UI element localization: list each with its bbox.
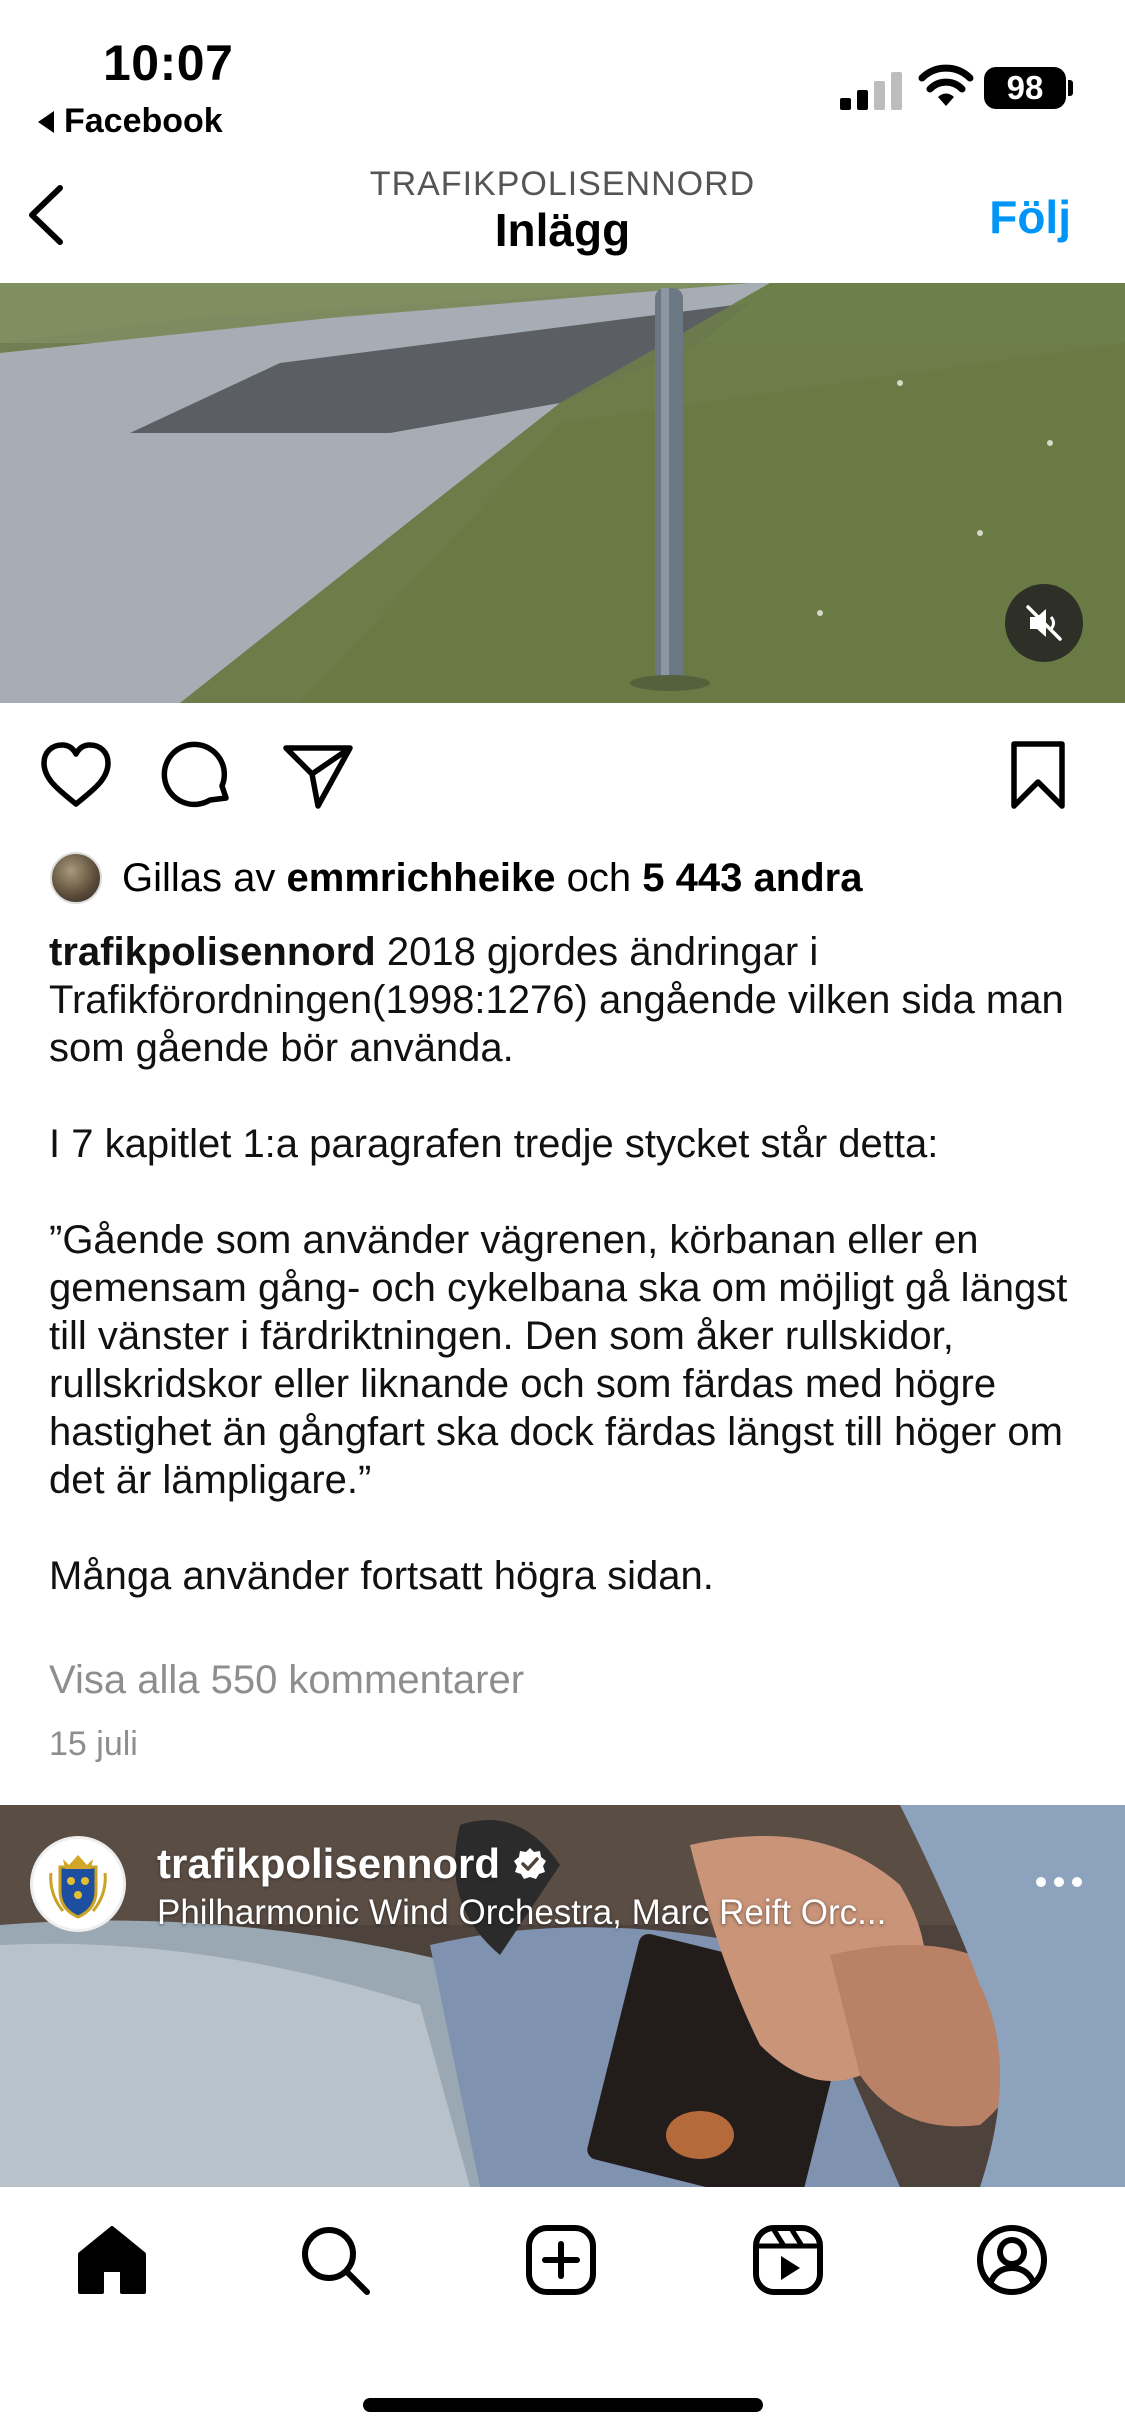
post-video[interactable]	[0, 283, 1125, 703]
verified-badge-icon	[514, 1848, 547, 1879]
comment-icon[interactable]	[160, 738, 236, 814]
home-icon[interactable]	[74, 2222, 150, 2298]
likes-count[interactable]: 5 443 andra	[642, 856, 862, 901]
status-bar: 10:07 Facebook 98	[0, 0, 1125, 150]
likes-connector: och	[566, 855, 632, 900]
back-to-app-link[interactable]: Facebook	[38, 102, 223, 141]
police-emblem-logo	[34, 1840, 122, 1928]
view-comments-link[interactable]: Visa alla 550 kommentarer	[49, 1658, 524, 1703]
next-post-username[interactable]: trafikpolisennord	[157, 1840, 500, 1888]
video-frame	[0, 283, 1125, 703]
header-username: TRAFIKPOLISENNORD	[369, 165, 756, 203]
share-icon[interactable]	[280, 738, 356, 814]
liker-avatar	[50, 852, 102, 904]
next-post-user[interactable]: trafikpolisennord	[157, 1840, 548, 1888]
post-date: 15 juli	[49, 1725, 138, 1763]
wifi-icon	[918, 64, 974, 106]
follow-button[interactable]: Följ	[989, 190, 1071, 244]
likes-summary[interactable]: Gillas av emmrichheike och 5 443 andra	[50, 852, 862, 904]
profile-icon[interactable]	[974, 2222, 1050, 2298]
create-post-icon[interactable]	[523, 2222, 599, 2298]
likes-prefix: Gillas av	[122, 855, 276, 900]
back-triangle-icon	[38, 110, 54, 133]
post-actions	[0, 738, 1125, 818]
page-title: Inlägg	[494, 204, 631, 256]
bookmark-icon[interactable]	[1000, 738, 1076, 814]
mute-toggle-button[interactable]	[1005, 584, 1083, 662]
speaker-muted-icon	[1026, 605, 1062, 641]
cellular-signal-icon	[840, 72, 902, 110]
heart-icon[interactable]	[38, 738, 114, 814]
home-indicator	[363, 2398, 763, 2412]
caption-paragraph: Många använder fortsatt högra sidan.	[49, 1554, 714, 1598]
battery-nub	[1068, 80, 1073, 96]
caption-paragraph: I 7 kapitlet 1:a paragrafen tredje styck…	[49, 1122, 939, 1166]
post-caption: trafikpolisennord 2018 gjordes ändringar…	[49, 928, 1089, 1648]
next-post-audio[interactable]: Philharmonic Wind Orchestra, Marc Reift …	[157, 1893, 886, 1933]
next-post-avatar[interactable]	[30, 1836, 126, 1932]
battery-indicator: 98	[984, 67, 1066, 109]
search-icon[interactable]	[297, 2222, 373, 2298]
reels-icon[interactable]	[750, 2222, 826, 2298]
back-app-label: Facebook	[64, 102, 223, 140]
more-options-icon[interactable]	[1034, 1872, 1084, 1892]
caption-username[interactable]: trafikpolisennord	[49, 930, 376, 974]
caption-paragraph: ”Gående som använder vägrenen, körbanan …	[49, 1218, 1068, 1502]
status-time: 10:07	[103, 35, 234, 91]
liker-username[interactable]: emmrichheike	[287, 856, 556, 901]
